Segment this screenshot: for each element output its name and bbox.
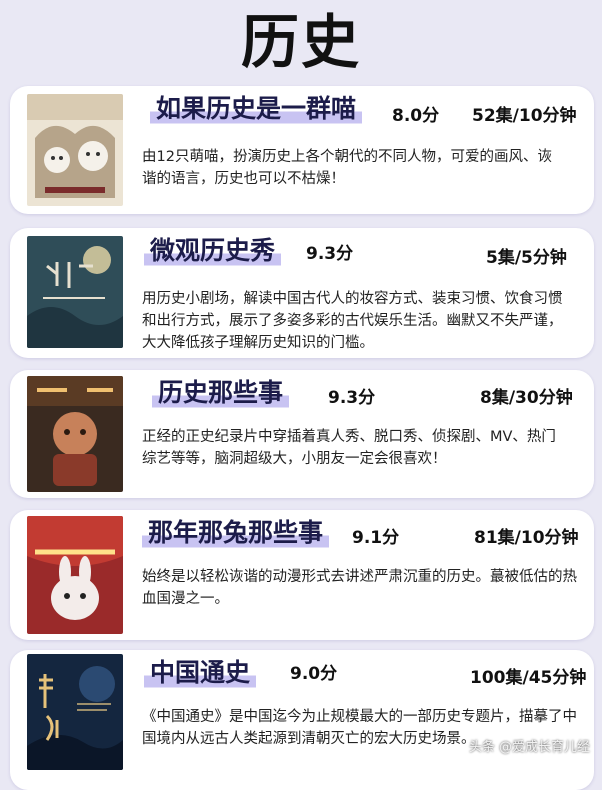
show-title: 那年那兔那些事 (142, 516, 330, 550)
show-poster (27, 236, 123, 348)
show-poster (27, 94, 123, 206)
watermark: 头条 @爱成长育儿经 (468, 740, 590, 755)
show-poster (27, 376, 123, 492)
show-card[interactable]: 历史那些事 9.3分 8集/30分钟 正经的正史纪录片中穿插着真人秀、脱口秀、侦… (10, 370, 594, 498)
show-description: 由12只萌喵，扮演历史上各个朝代的不同人物，可爱的画风、诙谐的语言，历史也可以不… (142, 149, 552, 187)
show-episodes: 8集/30分钟 (480, 388, 573, 408)
show-rating: 9.3分 (306, 244, 354, 264)
show-episodes: 52集/10分钟 (472, 106, 577, 126)
show-episodes: 5集/5分钟 (486, 248, 567, 268)
show-poster (27, 654, 123, 770)
show-episodes: 100集/45分钟 (470, 668, 587, 688)
show-rating: 9.1分 (352, 528, 400, 548)
show-title: 如果历史是一群喵 (150, 92, 363, 126)
show-title: 微观历史秀 (144, 234, 282, 268)
show-card[interactable]: 中国通史 9.0分 100集/45分钟 《中国通史》是中国迄今为止规模最大的一部… (10, 650, 594, 790)
show-title: 历史那些事 (152, 376, 290, 410)
show-description: 用历史小剧场，解读中国古代人的妆容方式、装束习惯、饮食习惯和出行方式，展示了多姿… (142, 291, 563, 351)
show-episodes: 81集/10分钟 (474, 528, 579, 548)
show-card[interactable]: 如果历史是一群喵 8.0分 52集/10分钟 由12只萌喵，扮演历史上各个朝代的… (10, 86, 594, 214)
show-description: 正经的正史纪录片中穿插着真人秀、脱口秀、侦探剧、MV、热门综艺等等，脑洞超级大，… (142, 429, 556, 467)
show-card[interactable]: 微观历史秀 9.3分 5集/5分钟 用历史小剧场，解读中国古代人的妆容方式、装束… (10, 228, 594, 358)
show-rating: 9.3分 (328, 388, 376, 408)
show-rating: 9.0分 (290, 664, 338, 684)
show-description: 始终是以轻松诙谐的动漫形式去讲述严肃沉重的历史。蕞被低估的热血国漫之一。 (142, 569, 577, 607)
page-title: 历史 (240, 8, 361, 76)
show-title: 中国通史 (144, 656, 257, 690)
show-rating: 8.0分 (392, 106, 440, 126)
show-card[interactable]: 那年那兔那些事 9.1分 81集/10分钟 始终是以轻松诙谐的动漫形式去讲述严肃… (10, 510, 594, 640)
show-poster (27, 516, 123, 634)
